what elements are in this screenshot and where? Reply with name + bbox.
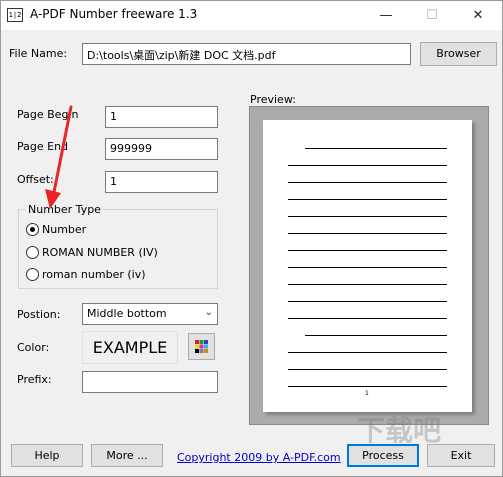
radio-label: Number <box>42 223 87 236</box>
chevron-down-icon: ⌄ <box>204 307 213 318</box>
text-line <box>288 386 447 387</box>
color-example: EXAMPLE <box>82 331 178 364</box>
app-window: 1|2 A-PDF Number freeware 1.3 — ☐ ✕ File… <box>0 0 503 477</box>
color-picker-button[interactable] <box>188 333 215 360</box>
app-icon: 1|2 <box>7 8 23 22</box>
offset-field[interactable]: 1 <box>105 171 218 193</box>
title-bar: 1|2 A-PDF Number freeware 1.3 — ☐ ✕ <box>1 1 502 30</box>
page-end-field[interactable]: 999999 <box>105 138 218 160</box>
radio-indicator[interactable] <box>26 246 39 259</box>
preview-page-number: 1 <box>365 390 369 397</box>
color-grid-icon <box>195 340 208 353</box>
preview-panel: 1 <box>249 106 489 425</box>
text-line <box>288 318 447 319</box>
position-value: Middle bottom <box>87 307 167 320</box>
position-select[interactable]: Middle bottom ⌄ <box>82 303 218 325</box>
text-line <box>288 250 447 251</box>
text-line <box>305 148 447 149</box>
radio-label: ROMAN NUMBER (IV) <box>42 246 158 259</box>
radio-indicator[interactable] <box>26 268 39 281</box>
color-label: Color: <box>17 341 50 354</box>
radio-indicator[interactable] <box>26 223 39 236</box>
position-label: Postion: <box>17 308 61 321</box>
text-line <box>288 165 447 166</box>
text-line <box>288 199 447 200</box>
more-button[interactable]: More ... <box>91 444 163 467</box>
page-begin-field[interactable]: 1 <box>105 106 218 128</box>
window-title: A-PDF Number freeware 1.3 <box>30 7 198 21</box>
help-button[interactable]: Help <box>11 444 83 467</box>
file-name-field[interactable]: D:\tools\桌面\zip\新建 DOC 文档.pdf <box>82 43 411 65</box>
text-line <box>288 216 447 217</box>
radio-number[interactable]: Number <box>26 223 86 236</box>
text-line <box>305 335 447 336</box>
prefix-field[interactable] <box>82 371 218 393</box>
text-line <box>288 352 447 353</box>
preview-label: Preview: <box>250 93 296 106</box>
browse-button[interactable]: Browser <box>420 42 497 66</box>
text-line <box>288 301 447 302</box>
text-line <box>288 233 447 234</box>
text-line <box>288 267 447 268</box>
close-button[interactable]: ✕ <box>455 1 501 30</box>
maximize-button[interactable]: ☐ <box>409 1 455 30</box>
annotation-arrow-icon <box>45 105 73 209</box>
radio-label: roman number (iv) <box>42 268 146 281</box>
watermark-logo: 下载吧 <box>357 414 442 447</box>
prefix-label: Prefix: <box>17 373 52 386</box>
file-name-label: File Name: <box>9 47 68 60</box>
radio-roman-lower[interactable]: roman number (iv) <box>26 268 146 281</box>
copyright-link[interactable]: Copyright 2009 by A-PDF.com <box>177 451 341 464</box>
text-line <box>288 182 447 183</box>
preview-page: 1 <box>263 120 472 412</box>
radio-roman-upper[interactable]: ROMAN NUMBER (IV) <box>26 246 158 259</box>
text-line <box>288 369 447 370</box>
minimize-button[interactable]: — <box>363 1 409 30</box>
text-line <box>288 284 447 285</box>
